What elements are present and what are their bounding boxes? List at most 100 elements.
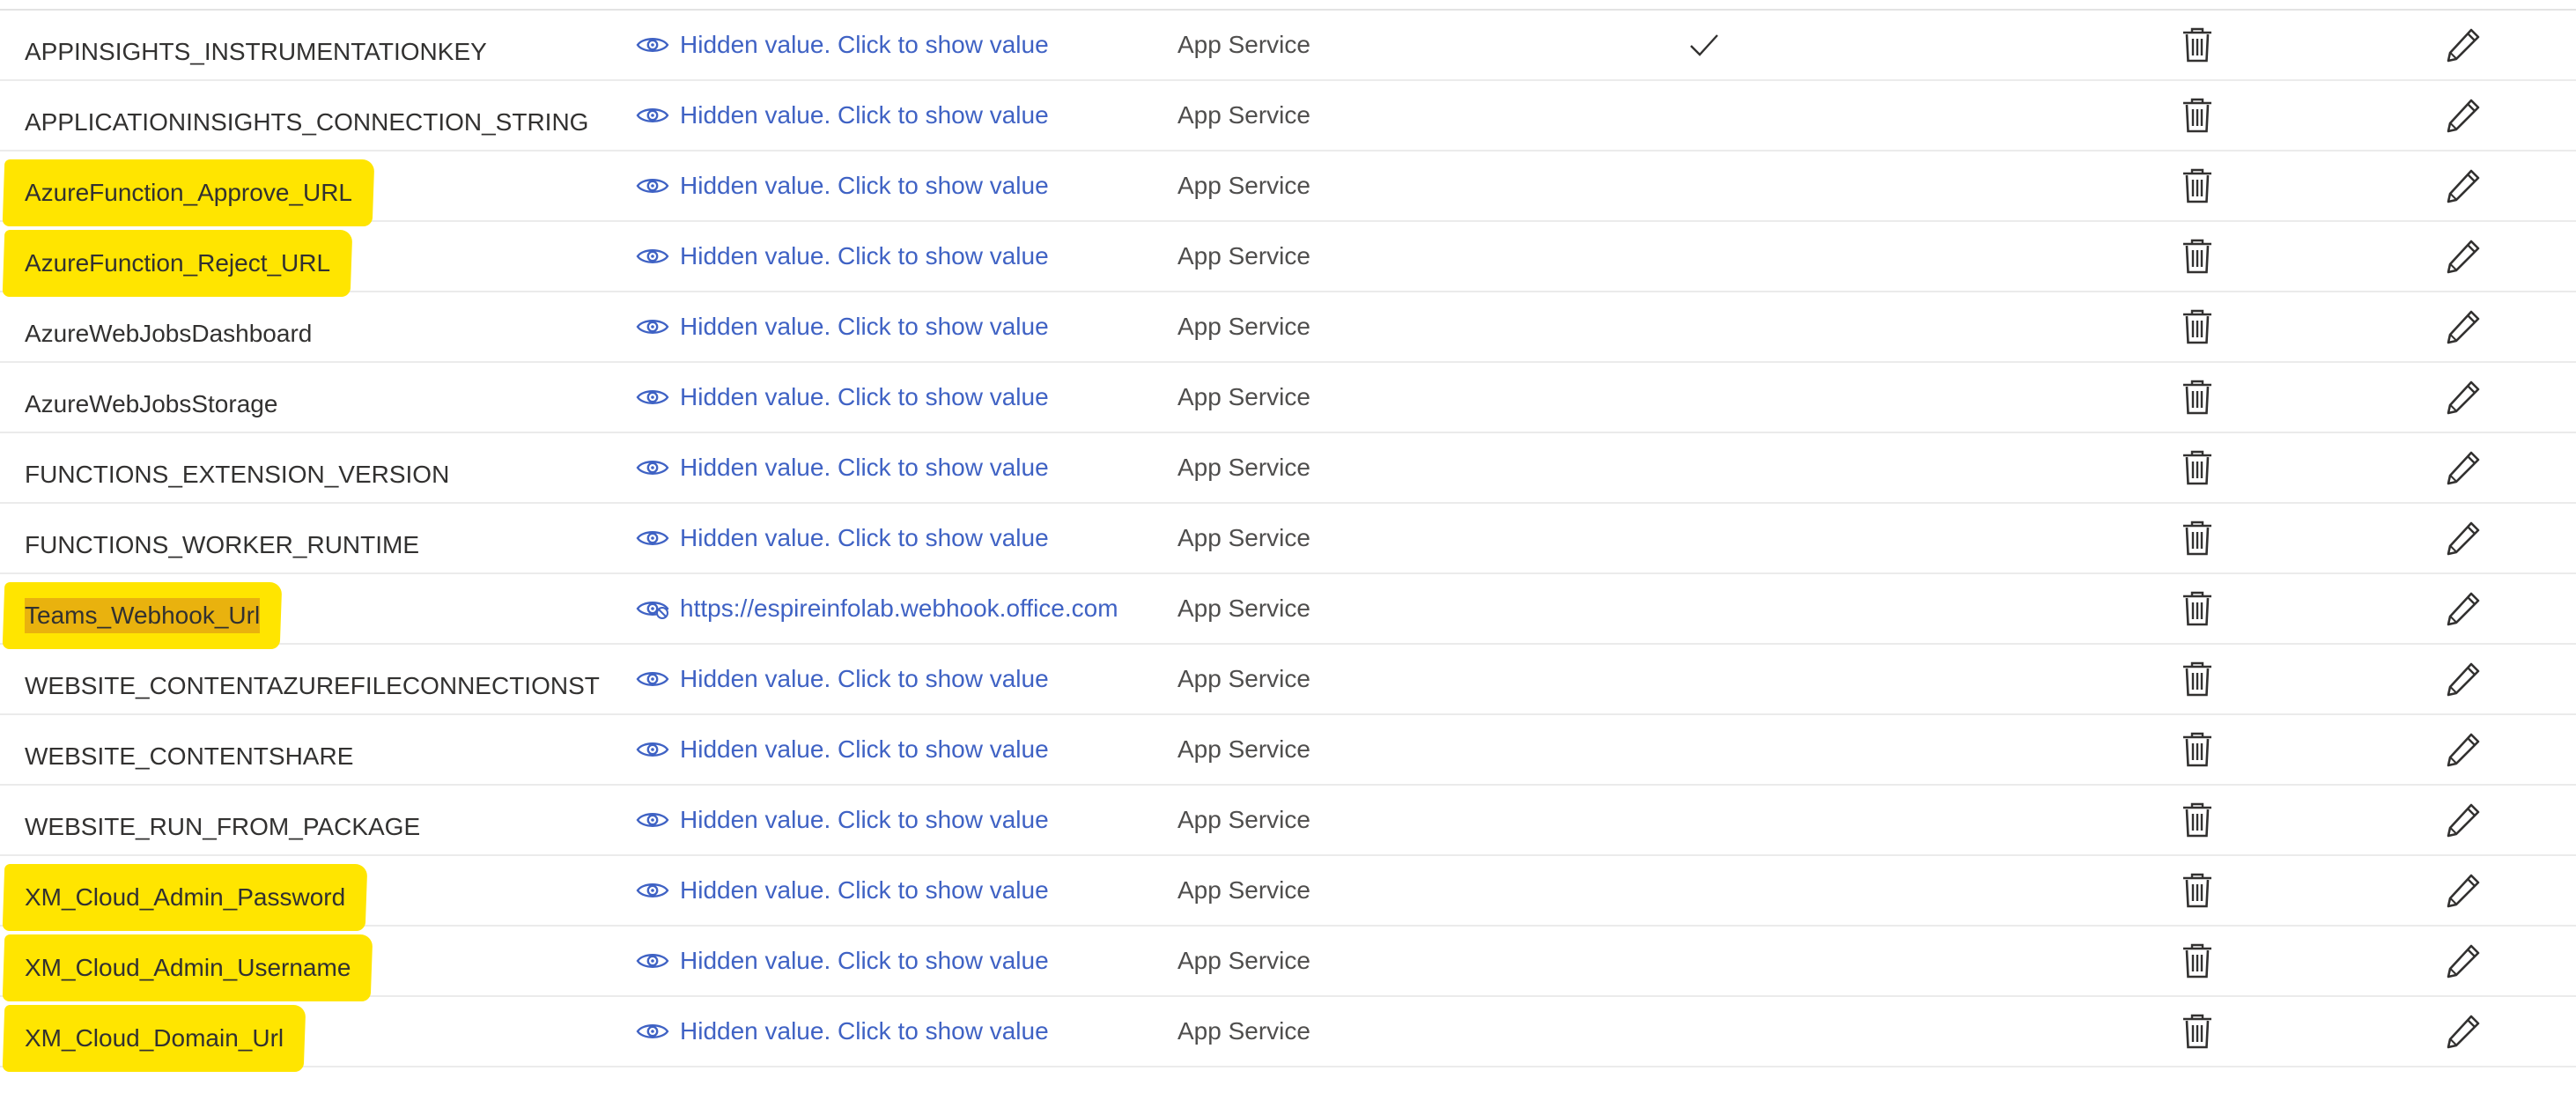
- setting-value-text[interactable]: https://espireinfolab.webhook.office.com: [680, 595, 1118, 623]
- pencil-icon[interactable]: [2444, 433, 2483, 502]
- setting-source: App Service: [1177, 735, 1310, 763]
- pencil-icon[interactable]: [2444, 504, 2483, 572]
- setting-value-text[interactable]: Hidden value. Click to show value: [680, 735, 1049, 764]
- pencil-icon[interactable]: [2444, 81, 2483, 150]
- setting-name: AzureFunction_Approve_URL: [4, 179, 373, 207]
- setting-value-cell[interactable]: Hidden value. Click to show value: [636, 504, 1151, 572]
- setting-name-cell: FUNCTIONS_EXTENSION_VERSION: [25, 433, 624, 509]
- setting-name-cell: FUNCTIONS_WORKER_RUNTIME: [25, 504, 624, 580]
- setting-value-text[interactable]: Hidden value. Click to show value: [680, 947, 1049, 975]
- setting-value-text[interactable]: Hidden value. Click to show value: [680, 313, 1049, 341]
- slot-setting-empty: [1688, 504, 1720, 572]
- trash-icon[interactable]: [2180, 292, 2215, 361]
- setting-value-text[interactable]: Hidden value. Click to show value: [680, 383, 1049, 411]
- setting-value-text[interactable]: Hidden value. Click to show value: [680, 1017, 1049, 1045]
- trash-icon[interactable]: [2180, 433, 2215, 502]
- eye-icon[interactable]: [636, 457, 669, 478]
- eye-icon[interactable]: [636, 739, 669, 760]
- slot-setting-empty: [1688, 292, 1720, 361]
- trash-icon[interactable]: [2180, 222, 2215, 291]
- pencil-icon[interactable]: [2444, 645, 2483, 713]
- eye-icon[interactable]: [636, 105, 669, 126]
- trash-icon[interactable]: [2180, 856, 2215, 925]
- setting-value-text[interactable]: Hidden value. Click to show value: [680, 31, 1049, 59]
- setting-name: XM_Cloud_Domain_Url: [4, 1024, 305, 1052]
- setting-value-text[interactable]: Hidden value. Click to show value: [680, 806, 1049, 834]
- pencil-icon[interactable]: [2444, 11, 2483, 79]
- pencil-icon[interactable]: [2444, 927, 2483, 995]
- setting-value-cell[interactable]: Hidden value. Click to show value: [636, 715, 1151, 784]
- trash-icon[interactable]: [2180, 927, 2215, 995]
- table-row: FUNCTIONS_EXTENSION_VERSION Hidden value…: [0, 433, 2576, 504]
- trash-icon[interactable]: [2180, 504, 2215, 572]
- eye-icon[interactable]: [636, 1021, 669, 1042]
- pencil-icon[interactable]: [2444, 715, 2483, 784]
- setting-value-text[interactable]: Hidden value. Click to show value: [680, 665, 1049, 693]
- setting-source: App Service: [1177, 101, 1310, 129]
- eye-icon[interactable]: [636, 316, 669, 337]
- setting-value-cell[interactable]: https://espireinfolab.webhook.office.com: [636, 574, 1151, 643]
- trash-icon[interactable]: [2180, 645, 2215, 713]
- setting-value-cell[interactable]: Hidden value. Click to show value: [636, 363, 1151, 432]
- table-row: AzureFunction_Approve_URL Hidden value. …: [0, 151, 2576, 222]
- trash-icon[interactable]: [2180, 997, 2215, 1066]
- setting-value-cell[interactable]: Hidden value. Click to show value: [636, 222, 1151, 291]
- trash-icon[interactable]: [2180, 11, 2215, 79]
- pencil-icon[interactable]: [2444, 997, 2483, 1066]
- setting-value-cell[interactable]: Hidden value. Click to show value: [636, 433, 1151, 502]
- setting-name: FUNCTIONS_WORKER_RUNTIME: [25, 531, 420, 558]
- setting-name: FUNCTIONS_EXTENSION_VERSION: [25, 461, 450, 488]
- eye-icon[interactable]: [636, 950, 669, 971]
- slot-setting-empty: [1688, 856, 1720, 925]
- setting-value-cell[interactable]: Hidden value. Click to show value: [636, 927, 1151, 995]
- setting-value-text[interactable]: Hidden value. Click to show value: [680, 454, 1049, 482]
- trash-icon[interactable]: [2180, 715, 2215, 784]
- eye-icon[interactable]: [636, 246, 669, 267]
- eye-icon[interactable]: [636, 809, 669, 831]
- eye-icon[interactable]: [636, 668, 669, 690]
- setting-value-text[interactable]: Hidden value. Click to show value: [680, 524, 1049, 552]
- eye-icon[interactable]: [636, 880, 669, 901]
- table-row: AzureWebJobsDashboard Hidden value. Clic…: [0, 292, 2576, 363]
- setting-value-cell[interactable]: Hidden value. Click to show value: [636, 81, 1151, 150]
- eye-icon[interactable]: [636, 34, 669, 55]
- setting-name: XM_Cloud_Admin_Username: [4, 954, 372, 982]
- eye-hide-icon[interactable]: [636, 598, 669, 619]
- setting-name: WEBSITE_CONTENTSHARE: [25, 742, 354, 770]
- pencil-icon[interactable]: [2444, 363, 2483, 432]
- slot-setting-empty: [1688, 927, 1720, 995]
- setting-value-cell[interactable]: Hidden value. Click to show value: [636, 151, 1151, 220]
- eye-icon[interactable]: [636, 175, 669, 196]
- slot-setting-empty: [1688, 433, 1720, 502]
- setting-value-cell[interactable]: Hidden value. Click to show value: [636, 786, 1151, 854]
- setting-value-cell[interactable]: Hidden value. Click to show value: [636, 645, 1151, 713]
- trash-icon[interactable]: [2180, 574, 2215, 643]
- setting-value-cell[interactable]: Hidden value. Click to show value: [636, 11, 1151, 79]
- eye-icon[interactable]: [636, 387, 669, 408]
- trash-icon[interactable]: [2180, 786, 2215, 854]
- setting-value-cell[interactable]: Hidden value. Click to show value: [636, 997, 1151, 1066]
- setting-value-text[interactable]: Hidden value. Click to show value: [680, 101, 1049, 129]
- pencil-icon[interactable]: [2444, 856, 2483, 925]
- slot-setting-empty: [1688, 81, 1720, 150]
- setting-name: AzureFunction_Reject_URL: [4, 249, 351, 277]
- pencil-icon[interactable]: [2444, 222, 2483, 291]
- slot-setting-empty: [1688, 574, 1720, 643]
- trash-icon[interactable]: [2180, 81, 2215, 150]
- setting-name-cell: XM_Cloud_Admin_Password: [25, 856, 624, 932]
- setting-name-cell: APPINSIGHTS_INSTRUMENTATIONKEY: [25, 11, 624, 86]
- setting-value-cell[interactable]: Hidden value. Click to show value: [636, 292, 1151, 361]
- trash-icon[interactable]: [2180, 151, 2215, 220]
- setting-name-cell: APPLICATIONINSIGHTS_CONNECTION_STRING: [25, 81, 624, 157]
- eye-icon[interactable]: [636, 528, 669, 549]
- table-row: FUNCTIONS_WORKER_RUNTIME Hidden value. C…: [0, 504, 2576, 574]
- setting-value-text[interactable]: Hidden value. Click to show value: [680, 876, 1049, 905]
- pencil-icon[interactable]: [2444, 292, 2483, 361]
- pencil-icon[interactable]: [2444, 151, 2483, 220]
- setting-value-text[interactable]: Hidden value. Click to show value: [680, 242, 1049, 270]
- setting-value-cell[interactable]: Hidden value. Click to show value: [636, 856, 1151, 925]
- trash-icon[interactable]: [2180, 363, 2215, 432]
- pencil-icon[interactable]: [2444, 574, 2483, 643]
- setting-value-text[interactable]: Hidden value. Click to show value: [680, 172, 1049, 200]
- pencil-icon[interactable]: [2444, 786, 2483, 854]
